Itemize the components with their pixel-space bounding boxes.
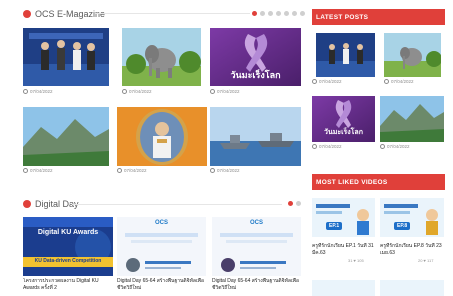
awards-banner-subtitle: KU Data-driven Competition [34,258,102,264]
clock-icon [122,89,127,94]
most-liked-meta-2: 20 ♥ 117 [418,258,434,263]
clock-icon [210,168,215,173]
meeting-image [316,33,375,77]
clock-icon [23,89,28,94]
digital-day-caption-1[interactable]: โครงการประกวดผลงาน Digital KU Awards ครั… [23,278,113,292]
latest-post-thumb-3[interactable]: วันมะเร็งโลก [312,96,375,142]
emagazine-date-6: 07/04/2022 [210,168,240,173]
emagazine-title: OCS E-Magazine [35,9,106,19]
mountain-image [380,96,444,142]
ribbon-caption: วันมะเร็งโลก [324,128,363,136]
clock-icon [312,144,317,149]
ocs-logo-text: OCS [249,220,263,226]
digital-day-thumb-awards[interactable]: Digital KU Awards KU Data-driven Competi… [23,217,113,276]
latest-post-thumb-1[interactable] [316,33,375,77]
elephant-image [122,28,201,86]
emagazine-date-2: 07/04/2022 [122,89,152,94]
latest-post-thumb-4[interactable] [380,96,444,142]
pager-dot-5[interactable] [284,11,289,16]
mountain-image [23,107,109,166]
ribbon-caption: วันมะเร็งโลก [230,71,281,81]
digital-day-caption-3[interactable]: Digital Day 65-64 สร้างพื้นฐานดิจิทัลเพื… [212,278,302,292]
meeting-image [23,28,109,86]
latest-post-date-3: 07/04/2022 [312,144,342,149]
emagazine-date-4: 07/04/2022 [23,168,53,173]
navy-ship-image [210,107,301,166]
pager-dot-6[interactable] [292,11,297,16]
latest-post-date-1: 07/04/2022 [312,79,342,84]
pager-dot-3[interactable] [268,11,273,16]
latest-post-date-4: 07/04/2022 [380,144,410,149]
most-liked-thumb-2[interactable]: EP.8 [380,198,444,237]
most-liked-thumb-4[interactable] [380,280,444,296]
pager-dot-2[interactable] [296,201,301,206]
emagazine-date-5: 07/04/2022 [117,168,147,173]
latest-posts-header: LATEST POSTS [312,9,445,25]
emagazine-date-3: 07/04/2022 [210,89,240,94]
emagazine-header: OCS E-Magazine [23,7,105,21]
latest-post-date-2: 07/04/2022 [384,79,414,84]
pager-dot-1[interactable] [288,201,293,206]
emagazine-date-1: 07/04/2022 [23,89,53,94]
most-liked-thumb-3[interactable] [312,280,375,296]
emagazine-thumb-meeting[interactable] [23,28,109,86]
awards-banner-image [23,217,113,276]
emagazine-pager[interactable] [252,11,305,16]
clock-icon [117,168,122,173]
clock-icon [384,79,389,84]
episode-badge: EP.8 [394,222,411,230]
emagazine-bullet-icon [23,10,31,18]
emagazine-thumb-elephant[interactable] [122,28,201,86]
clock-icon [210,89,215,94]
ocs-logo-text: OCS [154,220,168,226]
latest-post-thumb-2[interactable] [384,33,441,77]
most-liked-caption-2[interactable]: ครูที่รักนักเรียน EP.8 วันที่ 23 เมย.63 [380,243,446,257]
clock-icon [23,168,28,173]
elephant-image [384,33,441,77]
clock-icon [380,144,385,149]
video-thumbnail-image [380,198,444,237]
clock-icon [312,79,317,84]
emagazine-divider [95,13,250,14]
video-thumbnail-image [312,198,375,237]
pager-dot-7[interactable] [300,11,305,16]
pager-dot-1[interactable] [252,11,257,16]
digital-day-thumb-3[interactable]: OCS [212,217,301,276]
emagazine-thumb-portrait[interactable] [117,107,207,166]
digital-day-divider [72,204,282,205]
digital-day-pager[interactable] [288,201,301,206]
main-column: OCS E-Magazine 07/04/2022 07/04/2022 วัน… [0,0,305,296]
digital-day-bullet-icon [23,200,31,208]
sidebar: LATEST POSTS 07/04/2022 07/04/2022 วันมะ… [312,0,453,296]
digital-day-header: Digital Day [23,197,79,211]
episode-badge: EP.1 [326,222,343,230]
emagazine-thumb-navy[interactable] [210,107,301,166]
pager-dot-4[interactable] [276,11,281,16]
most-liked-header: MOST LIKED VIDEOS [312,174,445,190]
digital-day-caption-2[interactable]: Digital Day 65-64 สร้างพื้นฐานดิจิทัลเพื… [117,278,207,292]
awards-banner-title: Digital KU Awards [37,229,99,236]
digital-day-thumb-2[interactable]: OCS [117,217,206,276]
pager-dot-2[interactable] [260,11,265,16]
emagazine-thumb-cancer-day[interactable]: วันมะเร็งโลก [210,28,301,86]
emagazine-thumb-mountain[interactable] [23,107,109,166]
portrait-image [117,107,207,166]
most-liked-thumb-1[interactable]: EP.1 [312,198,375,237]
most-liked-meta-1: 31 ♥ 105 [348,258,364,263]
most-liked-caption-1[interactable]: ครูที่รักนักเรียน EP.1 วันที่ 31 มีค.63 [312,243,376,257]
